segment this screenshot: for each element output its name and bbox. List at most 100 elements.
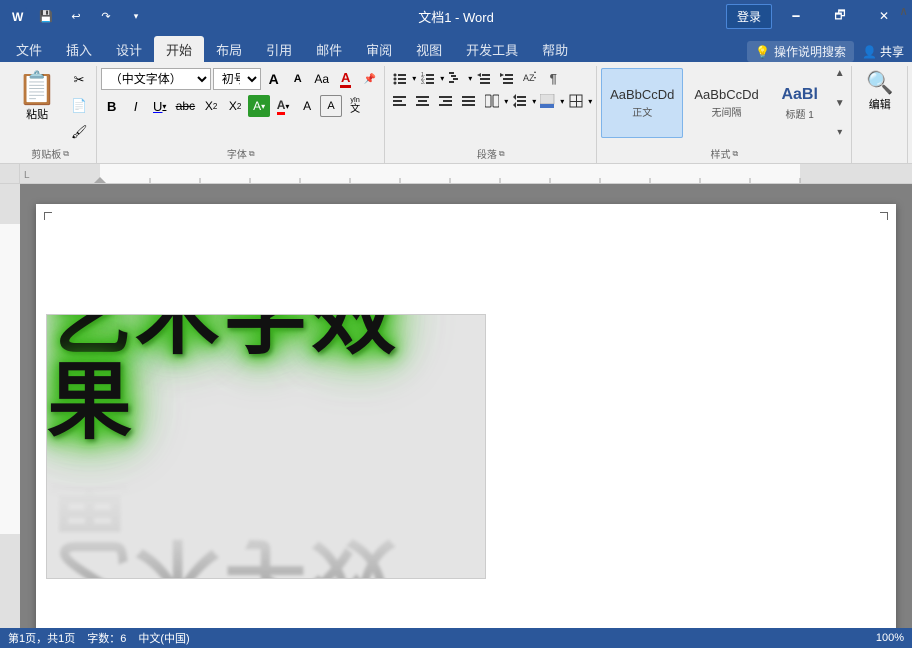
style-item-heading1[interactable]: AaBl 标题 1: [770, 68, 830, 138]
underline-button[interactable]: U ▾: [149, 95, 171, 117]
border-dropdown[interactable]: ▾: [588, 97, 592, 106]
align-center-button[interactable]: [412, 91, 434, 111]
bullets-dropdown[interactable]: ▾: [412, 74, 416, 83]
share-icon: 👤: [862, 45, 877, 59]
align-left-button[interactable]: [389, 91, 411, 111]
justify-button[interactable]: [458, 91, 480, 111]
ribbon-group-clipboard: 📋 粘贴 ✂ 📄 🖌 剪贴板 ⧉: [4, 66, 97, 163]
clipboard-expand-icon[interactable]: ⧉: [63, 149, 69, 159]
cut-button[interactable]: ✂: [67, 68, 91, 92]
tab-help[interactable]: 帮助: [530, 36, 580, 62]
qat-customize-button[interactable]: ▾: [124, 4, 148, 28]
clear-format-button[interactable]: A: [335, 68, 357, 90]
font-color-dropdown[interactable]: ▾: [285, 102, 289, 111]
style-item-normal[interactable]: AaBbCcDd 正文: [601, 68, 683, 138]
char-border-button[interactable]: A: [320, 95, 342, 117]
line-spacing-dropdown[interactable]: ▾: [532, 97, 536, 106]
numbering-button[interactable]: 1.2.3.: [417, 68, 439, 88]
multilevel-button[interactable]: [445, 68, 467, 88]
font-family-select[interactable]: （中文字体）: [101, 68, 211, 90]
styles-scroll-up[interactable]: ▲: [832, 68, 848, 79]
tab-home[interactable]: 开始: [154, 36, 204, 62]
columns-dropdown[interactable]: ▾: [504, 97, 508, 106]
tab-mailings[interactable]: 邮件: [304, 36, 354, 62]
ribbon-tabs: 文件 插入 设计 开始 布局 引用 邮件 审阅 视图 开发工具 帮助 💡 操作说…: [0, 32, 912, 62]
paragraph-expand-icon[interactable]: ⧉: [499, 149, 505, 159]
tab-review[interactable]: 审阅: [354, 36, 404, 62]
minimize-button[interactable]: 🗕: [776, 0, 816, 32]
align-right-button[interactable]: [435, 91, 457, 111]
vertical-ruler: [0, 184, 20, 628]
line-spacing-button[interactable]: [509, 91, 531, 111]
restore-button[interactable]: 🗗: [820, 0, 860, 32]
sort-button[interactable]: AZ: [519, 68, 541, 88]
shading-button[interactable]: [537, 91, 559, 111]
qat-save-button[interactable]: 💾: [34, 4, 58, 28]
change-case-button[interactable]: Aa: [311, 68, 333, 90]
increase-indent-button[interactable]: [496, 68, 518, 88]
columns-button[interactable]: [481, 91, 503, 111]
highlight-dropdown[interactable]: ▾: [261, 102, 265, 111]
font-row-1: （中文字体） 初号 A A Aa A 📌: [101, 68, 381, 90]
tab-insert[interactable]: 插入: [54, 36, 104, 62]
document-canvas[interactable]: 艺术字效果 艺术字效果: [20, 184, 912, 628]
font-expand-icon[interactable]: ⧉: [249, 149, 255, 159]
italic-button[interactable]: I: [125, 95, 147, 117]
clipboard-small-buttons: ✂ 📄 🖌: [67, 68, 91, 144]
qat-redo-button[interactable]: ↷: [94, 4, 118, 28]
find-button[interactable]: 🔍 编辑: [858, 68, 901, 116]
paste-button[interactable]: 📋 粘贴: [9, 68, 65, 126]
art-text-image: 艺术字效果 艺术字效果: [46, 314, 486, 579]
clipboard-content: 📋 粘贴 ✂ 📄 🖌: [9, 68, 91, 144]
border-button[interactable]: [565, 91, 587, 111]
style-item-nospace[interactable]: AaBbCcDd 无间隔: [685, 68, 767, 138]
ribbon-collapse-button[interactable]: ∧: [899, 4, 908, 18]
qat-undo-button[interactable]: ↩: [64, 4, 88, 28]
grow-font-button[interactable]: A: [263, 68, 285, 90]
close-button[interactable]: ✕: [864, 0, 904, 32]
ribbon-group-editing: 🔍 编辑: [852, 66, 908, 163]
show-marks-button[interactable]: ¶: [542, 68, 564, 88]
multilevel-dropdown[interactable]: ▾: [468, 74, 472, 83]
editing-label-group: [858, 159, 901, 163]
ruler-corner: [0, 164, 20, 184]
tab-references[interactable]: 引用: [254, 36, 304, 62]
shrink-font-button[interactable]: A: [287, 68, 309, 90]
share-button[interactable]: 👤 共享: [862, 43, 904, 60]
tab-design[interactable]: 设计: [104, 36, 154, 62]
font-size-select[interactable]: 初号: [213, 68, 261, 90]
status-bar: 第1页，共1页 字数：6 中文(中国) 100%: [0, 628, 912, 648]
font-color-button[interactable]: A ▾: [272, 95, 294, 117]
decrease-indent-button[interactable]: [473, 68, 495, 88]
search-box[interactable]: 💡 操作说明搜索: [747, 41, 854, 62]
underline-dropdown-arrow[interactable]: ▾: [162, 102, 166, 111]
paste-label: 粘贴: [26, 106, 48, 122]
tab-file[interactable]: 文件: [4, 36, 54, 62]
bold-button[interactable]: B: [101, 95, 123, 117]
format-painter-button[interactable]: 🖌: [67, 120, 91, 144]
title-bar-right: 登录 🗕 🗗 ✕: [726, 0, 904, 32]
login-button[interactable]: 登录: [726, 4, 772, 29]
tab-layout[interactable]: 布局: [204, 36, 254, 62]
copy-button[interactable]: 📄: [67, 94, 91, 118]
title-bar: W 💾 ↩ ↷ ▾ 文档1 - Word 登录 🗕 🗗 ✕: [0, 0, 912, 32]
styles-scroll-down[interactable]: ▼: [832, 98, 848, 109]
tab-view[interactable]: 视图: [404, 36, 454, 62]
style-label-normal: 正文: [632, 104, 652, 119]
ribbon-group-font: （中文字体） 初号 A A Aa A 📌 B I U ▾: [97, 66, 385, 163]
phonetic-button[interactable]: yīn 文: [344, 95, 366, 117]
subscript-button[interactable]: X2: [200, 95, 222, 117]
tab-developer[interactable]: 开发工具: [454, 36, 530, 62]
strikethrough-button[interactable]: abc: [173, 95, 198, 117]
styles-expand-icon[interactable]: ⧉: [733, 149, 739, 159]
superscript-button[interactable]: X2: [224, 95, 246, 117]
text-highlight-button[interactable]: A▾: [248, 95, 270, 117]
char-shading-button[interactable]: A: [296, 95, 318, 117]
bullets-button[interactable]: [389, 68, 411, 88]
styles-label: 样式 ⧉: [603, 144, 845, 163]
clipboard-label: 剪贴板 ⧉: [10, 144, 90, 163]
shading-dropdown[interactable]: ▾: [560, 97, 564, 106]
styles-expand[interactable]: ▾: [832, 127, 848, 138]
numbering-dropdown[interactable]: ▾: [440, 74, 444, 83]
pin-button[interactable]: 📌: [359, 68, 381, 90]
